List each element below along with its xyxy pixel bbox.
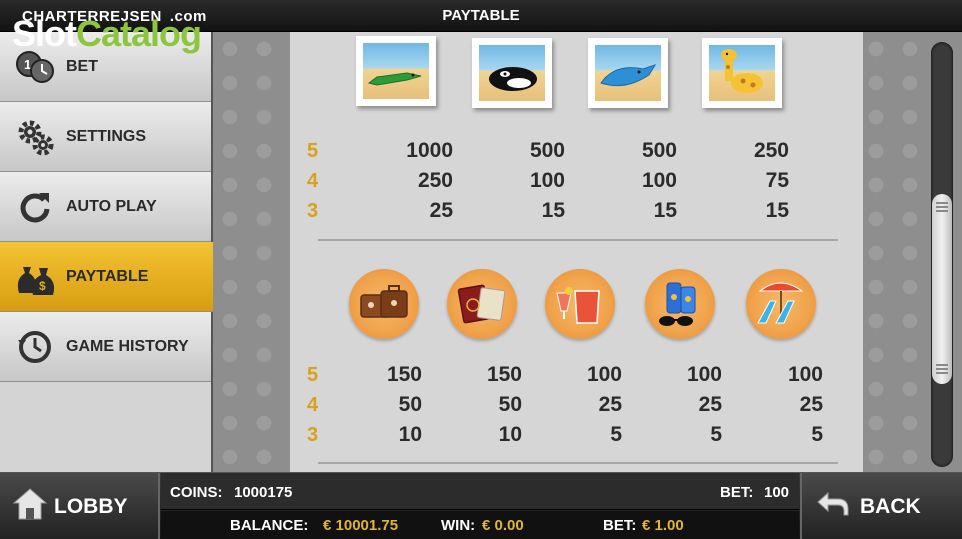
sunscreen-icon [645,269,715,339]
lobby-button[interactable]: LOBBY [0,473,160,539]
grip-line [936,206,948,208]
count-label: 3 [307,424,319,446]
sidebar-menu: 1 BET SETTINGS AUTO PLAY $ PAYTABLE GAME… [0,32,244,472]
grip-line [936,368,948,370]
watermark-part1: Slot [12,13,77,54]
pay-value: 150 [386,363,422,386]
coins-label: COINS: [170,484,223,501]
pay-value: 75 [765,169,789,192]
pay-value: 100 [787,363,823,386]
bottom-bar: LOBBY COINS: 1000175 BET: 100 BALANCE: €… [0,472,962,539]
pay-value: 100 [686,363,722,386]
pay-value: 10 [398,423,422,446]
grip-line [936,210,948,212]
bet2-value: € 1.00 [642,517,684,534]
win-value: € 0.00 [482,517,524,534]
pay-value: 250 [753,139,789,162]
history-clock-icon [12,324,58,370]
pay-value: 25 [598,393,622,416]
sidebar-item-label: PAYTABLE [66,267,149,285]
sidebar-item-settings[interactable]: SETTINGS [0,102,211,172]
sidebar-item-paytable[interactable]: $ PAYTABLE [0,242,244,312]
pay-value: 25 [799,393,823,416]
back-arrow-icon [814,489,850,524]
pay-value: 10 [498,423,522,446]
coins-row: COINS: 1000175 BET: 100 [161,473,799,510]
svg-text:$: $ [39,279,46,293]
orca-photo-icon [472,38,552,108]
watermark-logo: SlotCatalog [12,13,202,54]
back-button[interactable]: BACK [800,473,962,539]
refresh-icon [12,184,58,230]
lobby-label: LOBBY [54,494,128,518]
back-label: BACK [860,494,921,518]
pay-value: 25 [698,393,722,416]
pay-value: 500 [641,139,677,162]
paytable-panel: 5 4 3 1000 250 25 500 100 15 500 100 15 … [290,32,863,472]
suitcases-icon [349,269,419,339]
divider [318,462,838,464]
count-label: 4 [307,394,319,416]
sidebar-item-auto-play[interactable]: AUTO PLAY [0,172,211,242]
sidebar-item-label: GAME HISTORY [66,337,189,355]
pay-value: 100 [641,169,677,192]
grip-line [936,372,948,374]
pay-value: 25 [429,199,453,222]
gears-icon [12,114,58,160]
count-label: 3 [307,200,319,222]
balance-panel: COINS: 1000175 BET: 100 BALANCE: € 10001… [161,473,799,539]
bet-label: BET: [720,484,754,501]
money-bags-icon: $ [12,254,58,300]
pay-value: 50 [398,393,422,416]
count-label: 5 [307,364,319,386]
pay-value: 15 [765,199,789,222]
crocodile-photo-icon [356,36,436,106]
pay-value: 1000 [406,139,453,162]
coins-value: 1000175 [234,484,293,501]
scrollbar-thumb[interactable] [932,194,952,384]
money-row: BALANCE: € 10001.75 WIN: € 0.00 BET: € 1… [161,511,799,539]
watermark-part2: Catalog [76,13,202,54]
pay-value: 500 [529,139,565,162]
pay-value: 15 [653,199,677,222]
count-label: 5 [307,140,319,162]
sidebar-item-label: BET [66,57,98,75]
pay-value: 5 [710,423,722,446]
win-label: WIN: [441,517,476,534]
grip-line [936,364,948,366]
pay-value: 100 [586,363,622,386]
pay-value: 100 [529,169,565,192]
sidebar-item-game-history[interactable]: GAME HISTORY [0,312,211,382]
pay-value: 5 [610,423,622,446]
pay-value: 150 [486,363,522,386]
sidebar-item-label: AUTO PLAY [66,197,157,215]
bet-value: 100 [764,484,790,501]
bet2-label: BET: [603,517,637,534]
pay-value: 5 [811,423,823,446]
grip-line [936,202,948,204]
pay-value: 15 [541,199,565,222]
count-label: 4 [307,170,319,192]
divider [318,239,838,241]
balance-label: BALANCE: [230,517,309,534]
giraffe-photo-icon [702,38,782,108]
juice-pitcher-icon [545,269,615,339]
pay-value: 50 [498,393,522,416]
beach-chairs-icon [746,269,816,339]
scrollbar-track[interactable] [931,42,953,467]
balance-value: € 10001.75 [323,517,399,534]
sidebar-item-label: SETTINGS [66,127,147,145]
pay-value: 250 [417,169,453,192]
dolphin-photo-icon [588,38,668,108]
passports-icon [447,269,517,339]
home-icon [12,486,48,527]
